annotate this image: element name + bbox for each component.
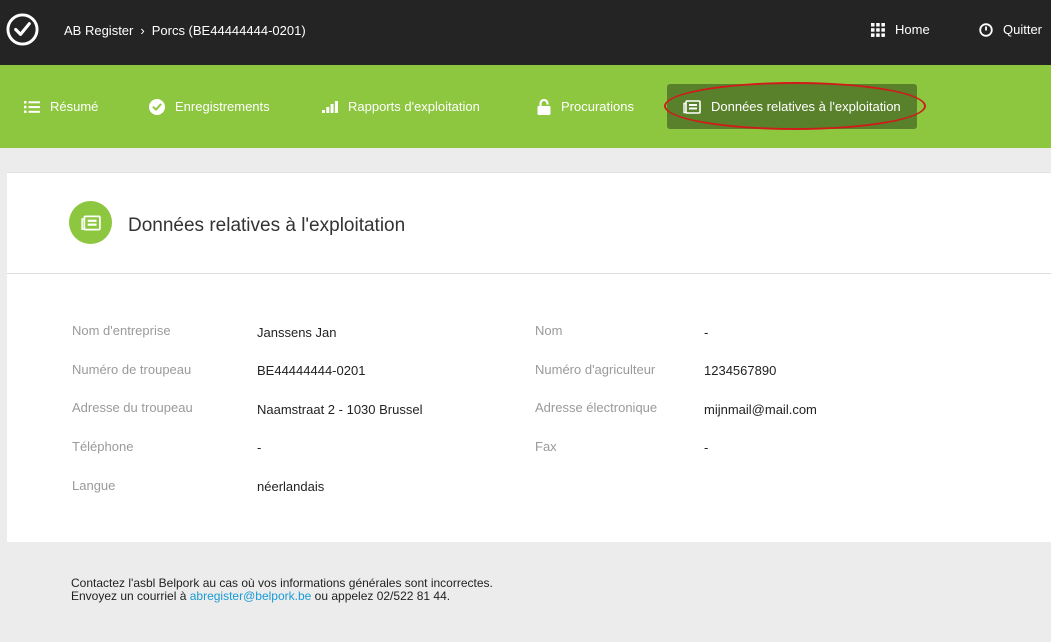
- label-farmer-number: Numéro d'agriculteur: [535, 362, 656, 377]
- nav-item-procurations[interactable]: Procurations: [537, 84, 634, 129]
- power-icon: [979, 22, 993, 37]
- check-circle-icon: [149, 98, 165, 115]
- nav-label-procurations: Procurations: [561, 99, 634, 114]
- main-nav: Résumé Enregistrements Rapports d'exploi…: [0, 65, 1051, 148]
- breadcrumb-separator: ›: [140, 23, 145, 38]
- nav-item-enregistrements[interactable]: Enregistrements: [149, 84, 270, 129]
- label-language: Langue: [72, 478, 116, 493]
- value-company-name: Janssens Jan: [257, 325, 337, 340]
- home-label: Home: [895, 22, 930, 37]
- value-name: -: [704, 325, 709, 340]
- nav-label-resume: Résumé: [50, 99, 99, 114]
- footer-contact-text: Contactez l'asbl Belpork au cas où vos i…: [71, 577, 493, 603]
- footer-email-link[interactable]: abregister@belpork.be: [190, 589, 312, 603]
- value-fax: -: [704, 440, 709, 455]
- breadcrumb-current: Porcs (BE44444444-0201): [151, 23, 306, 38]
- value-herd-address: Naamstraat 2 - 1030 Brussel: [257, 402, 423, 417]
- value-language: néerlandais: [257, 479, 325, 494]
- home-button[interactable]: Home: [871, 22, 930, 37]
- value-herd-number: BE44444444-0201: [257, 363, 366, 378]
- id-card-badge-icon: [69, 201, 112, 244]
- nav-item-donnees[interactable]: Données relatives à l'exploitation: [667, 84, 917, 129]
- label-herd-number: Numéro de troupeau: [72, 362, 192, 377]
- grid-icon: [871, 22, 885, 37]
- breadcrumb-root[interactable]: AB Register: [64, 23, 133, 38]
- nav-label-rapports: Rapports d'exploitation: [348, 99, 480, 114]
- id-card-icon: [683, 99, 701, 114]
- quit-button[interactable]: Quitter: [979, 22, 1042, 37]
- lock-icon: [537, 98, 551, 115]
- footer-line-2-suffix: ou appelez 02/522 81 44.: [311, 589, 451, 603]
- label-company-name: Nom d'entreprise: [72, 323, 171, 338]
- label-email: Adresse électronique: [535, 400, 658, 415]
- footer: Contactez l'asbl Belpork au cas où vos i…: [7, 542, 1051, 642]
- card-header: Données relatives à l'exploitation: [7, 173, 1051, 274]
- top-bar: AB Register › Porcs (BE44444444-0201) Ho…: [0, 0, 1051, 65]
- breadcrumb: AB Register › Porcs (BE44444444-0201): [64, 23, 306, 38]
- check-logo-icon[interactable]: [6, 13, 39, 46]
- details-card: Données relatives à l'exploitation Nom d…: [7, 172, 1051, 542]
- label-name: Nom: [535, 323, 563, 338]
- label-fax: Fax: [535, 439, 557, 454]
- nav-item-rapports[interactable]: Rapports d'exploitation: [322, 84, 480, 129]
- signal-bars-icon: [322, 100, 338, 113]
- footer-line-2: Envoyez un courriel à abregister@belpork…: [71, 590, 493, 603]
- value-farmer-number: 1234567890: [704, 363, 777, 378]
- list-icon: [24, 100, 40, 113]
- nav-item-resume[interactable]: Résumé: [24, 84, 98, 129]
- footer-line-2-prefix: Envoyez un courriel à: [71, 589, 190, 603]
- label-phone: Téléphone: [72, 439, 134, 454]
- value-email: mijnmail@mail.com: [704, 402, 817, 417]
- quit-label: Quitter: [1003, 22, 1043, 37]
- nav-label-enregistrements: Enregistrements: [175, 99, 270, 114]
- page-title: Données relatives à l'exploitation: [128, 215, 406, 236]
- label-herd-address: Adresse du troupeau: [72, 400, 193, 415]
- nav-label-donnees: Données relatives à l'exploitation: [711, 99, 901, 114]
- value-phone: -: [257, 440, 262, 455]
